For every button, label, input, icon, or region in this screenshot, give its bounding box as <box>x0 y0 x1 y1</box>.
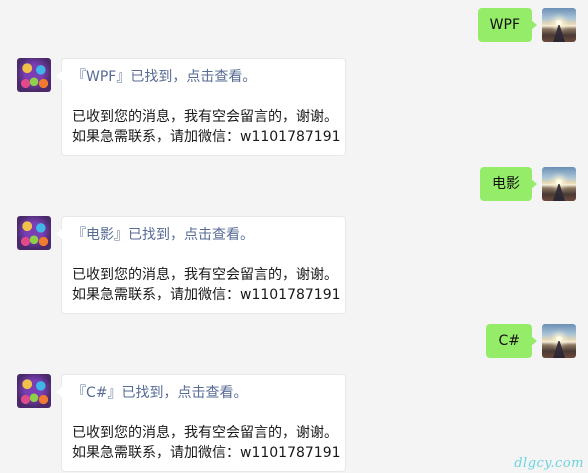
site-watermark: dlgcy.com <box>514 456 584 471</box>
sent-message-bubble[interactable]: WPF <box>477 8 538 42</box>
avatar-road-detail <box>553 184 565 201</box>
auto-reply-line: 已收到您的消息，我有空会留言的，谢谢。 <box>72 109 338 125</box>
avatar-road-detail <box>553 25 565 42</box>
chat-window: WPF 『WPF』已找到，点击查看。 已收到您的消息，我有空会留言的，谢谢。 如… <box>0 0 588 473</box>
result-link[interactable]: 『C#』已找到，点击查看。 <box>72 383 335 403</box>
bot-avatar[interactable] <box>17 58 51 92</box>
reply-card[interactable]: 『电影』已找到，点击查看。 已收到您的消息，我有空会留言的，谢谢。 如果急需联系… <box>56 216 346 314</box>
user-avatar[interactable] <box>542 324 576 358</box>
bot-avatar[interactable] <box>17 216 51 250</box>
avatar-road-detail <box>553 341 565 358</box>
wechat-contact-line: 如果急需联系，请加微信：w1101787191 <box>72 445 341 461</box>
wechat-contact-line: 如果急需联系，请加微信：w1101787191 <box>72 287 341 303</box>
auto-reply-line: 已收到您的消息，我有空会留言的，谢谢。 <box>72 425 338 441</box>
sent-message-bubble[interactable]: C# <box>486 324 537 358</box>
reply-card[interactable]: 『WPF』已找到，点击查看。 已收到您的消息，我有空会留言的，谢谢。 如果急需联… <box>56 58 346 156</box>
user-avatar[interactable] <box>542 167 576 201</box>
result-link[interactable]: 『电影』已找到，点击查看。 <box>72 225 335 245</box>
reply-card[interactable]: 『C#』已找到，点击查看。 已收到您的消息，我有空会留言的，谢谢。 如果急需联系… <box>56 374 346 472</box>
bot-avatar[interactable] <box>17 374 51 408</box>
sent-message-bubble[interactable]: 电影 <box>480 167 537 201</box>
result-link[interactable]: 『WPF』已找到，点击查看。 <box>72 67 335 87</box>
wechat-contact-line: 如果急需联系，请加微信：w1101787191 <box>72 129 341 145</box>
user-avatar[interactable] <box>542 8 576 42</box>
auto-reply-line: 已收到您的消息，我有空会留言的，谢谢。 <box>72 267 338 283</box>
